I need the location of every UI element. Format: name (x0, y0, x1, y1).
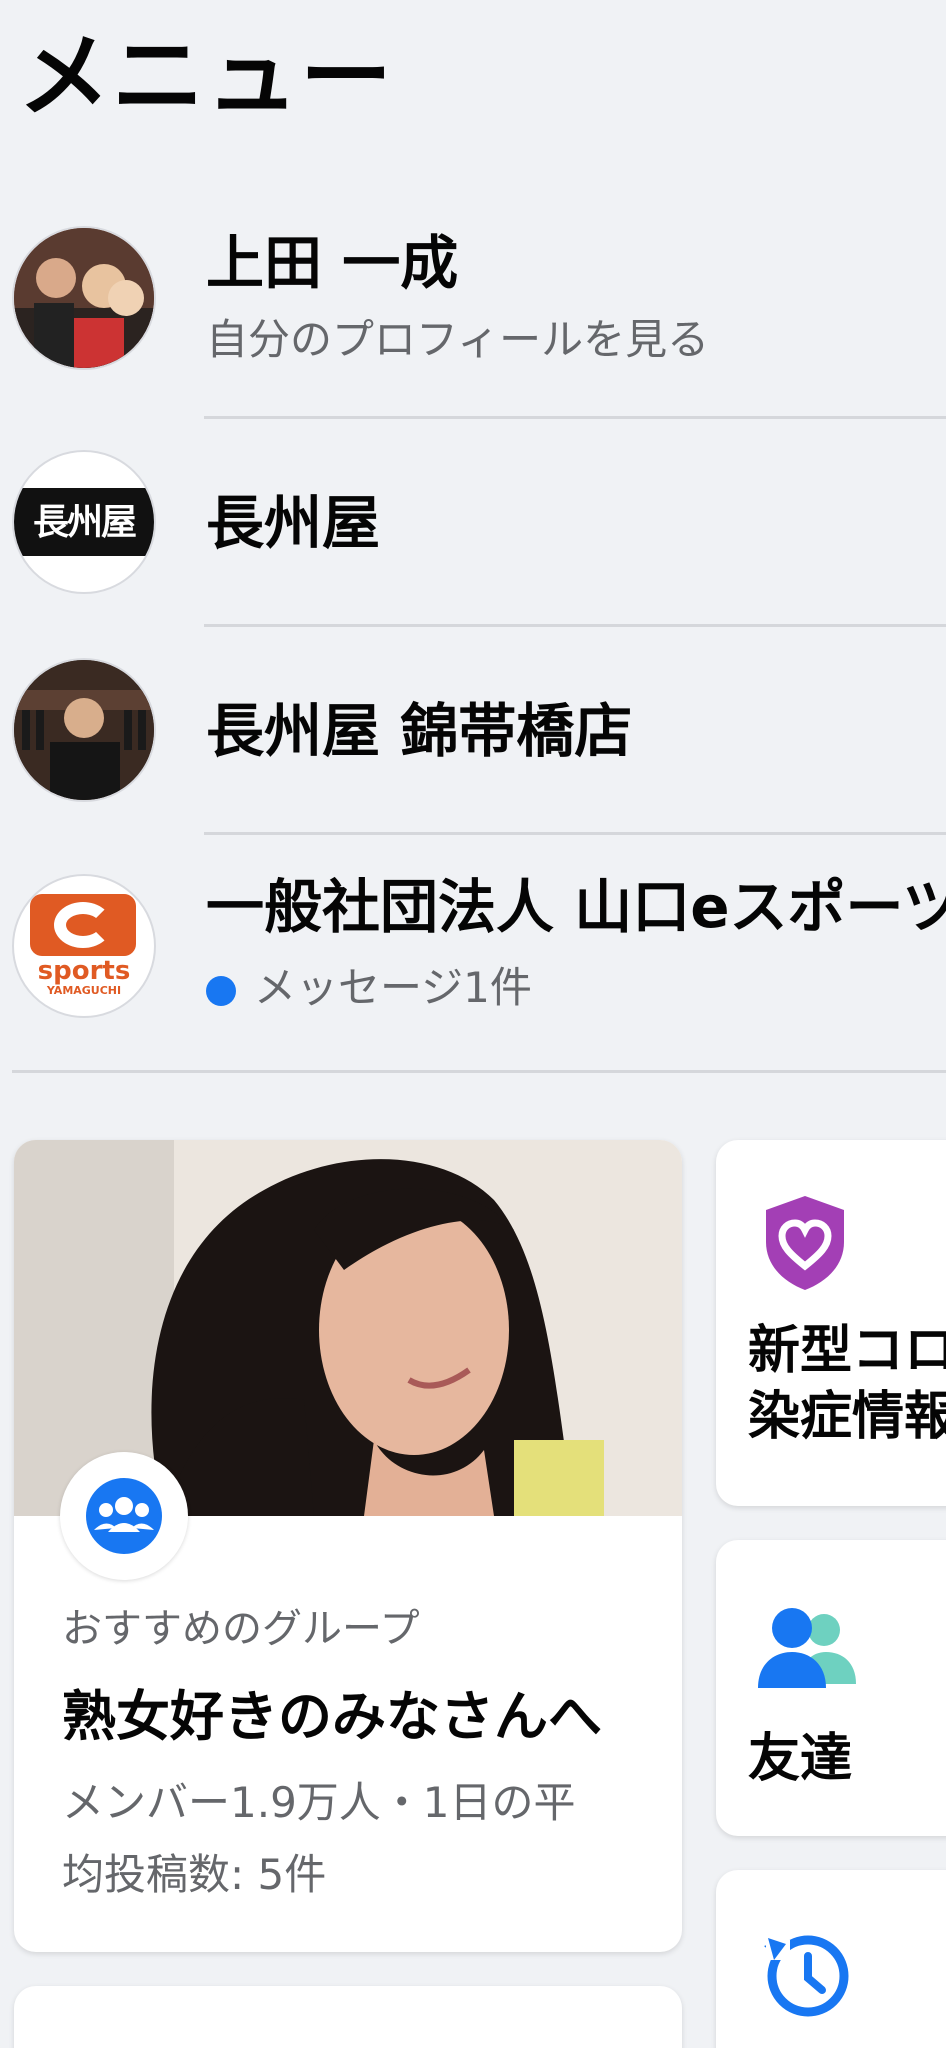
profile-row[interactable]: 上田 一成 自分のプロフィールを見る (0, 222, 946, 392)
profile-photo (14, 228, 154, 368)
divider (204, 832, 946, 835)
esports-logo-text: sports (37, 956, 131, 986)
shortcut-friends[interactable]: 友達 (716, 1540, 946, 1836)
divider (204, 624, 946, 627)
menu-page: メニュー 上田 一成 自分のプロフィールを見る 長州屋 長州屋 長州屋 錦帯橋店… (0, 0, 946, 2048)
shortcut-covid-info[interactable]: 新型コロナウイルス感 染症情報センター (716, 1140, 946, 1506)
section-divider (12, 1070, 946, 1073)
choshuya-logo: 長州屋 (14, 488, 154, 556)
unread-dot-icon (206, 976, 236, 1006)
shortcut-label: 新型コロナウイルス感 (748, 1321, 946, 1381)
store-photo (14, 660, 154, 800)
esports-logo (30, 894, 136, 956)
divider (204, 416, 946, 419)
page-title: メニュー (18, 23, 395, 130)
page-name: 一般社団法人 山口eスポーツ (206, 873, 946, 941)
page-row-kintaikyo[interactable]: 長州屋 錦帯橋店 (0, 656, 946, 806)
message-count: メッセージ1件 (254, 963, 532, 1012)
suggested-group-card[interactable]: おすすめのグループ 熟女好きのみなさんへ メンバー1.9万人・1日の平 均投稿数… (14, 1140, 682, 1952)
avatar: sports YAMAGUCHI (12, 874, 156, 1018)
shortcut-label: 友達 (748, 1729, 853, 1789)
group-title: 熟女好きのみなさんへ (62, 1685, 602, 1748)
next-card[interactable] (14, 1986, 682, 2048)
group-meta: メンバー1.9万人・1日の平 (62, 1778, 576, 1827)
groups-icon (86, 1478, 162, 1554)
page-name: 長州屋 錦帯橋店 (206, 697, 633, 765)
avatar (12, 658, 156, 802)
avatar: 長州屋 (12, 450, 156, 594)
covid-heart-shield-icon (766, 1196, 844, 1290)
page-row-yamaguchi-esports[interactable]: sports YAMAGUCHI 一般社団法人 山口eスポーツ メッセージ1件 (0, 866, 946, 1046)
profile-name: 上田 一成 (206, 229, 459, 297)
view-profile-link: 自分のプロフィールを見る (206, 315, 710, 364)
shortcut-memories[interactable] (716, 1870, 946, 2048)
memories-clock-icon (764, 1935, 849, 2017)
shortcut-label: 染症情報センター (748, 1387, 946, 1447)
friends-icon (758, 1608, 856, 1688)
group-badge (60, 1452, 188, 1580)
page-row-choshuya[interactable]: 長州屋 長州屋 (0, 448, 946, 598)
esports-logo-subtext: YAMAGUCHI (46, 984, 122, 997)
group-meta: 均投稿数: 5件 (62, 1850, 327, 1899)
group-category: おすすめのグループ (62, 1606, 420, 1652)
page-name: 長州屋 (206, 489, 381, 557)
avatar (12, 226, 156, 370)
